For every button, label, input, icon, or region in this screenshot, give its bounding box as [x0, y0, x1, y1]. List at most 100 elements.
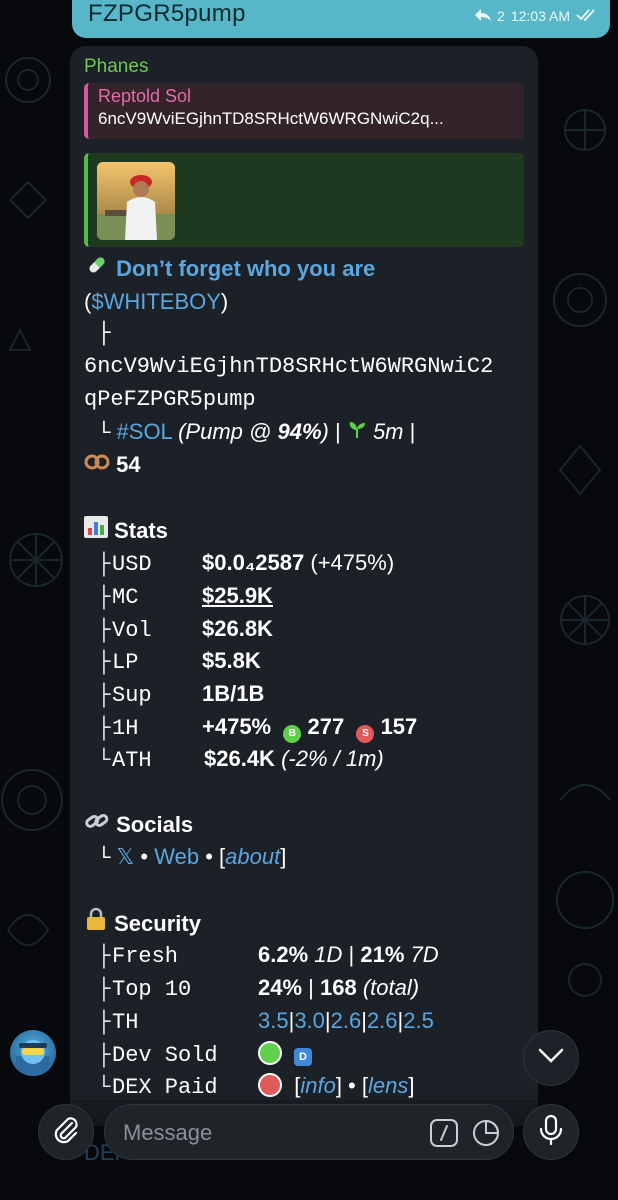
usd-label: USD [112, 552, 152, 578]
top10-label: Top 10 [112, 977, 192, 1003]
holders-count: 54 [116, 452, 141, 478]
chevron-down-icon [538, 1048, 564, 1069]
mc-value-link[interactable]: $25.9K [202, 583, 273, 608]
ticker-link[interactable]: $WHITEBOY [91, 289, 221, 314]
token-age: 5m [372, 419, 404, 445]
sup-label: Sup [112, 682, 152, 708]
attach-button[interactable] [38, 1104, 94, 1160]
sender-avatar[interactable] [10, 1030, 56, 1076]
about-link[interactable]: about [225, 844, 280, 869]
stats-heading-text: Stats [114, 517, 168, 543]
pump-percent: 94% [277, 419, 322, 445]
sec-row-th: ├TH 3.5|3.0|2.6|2.6|2.5 [84, 1005, 528, 1038]
sec-row-dev-sold: ├Dev Sold D [84, 1038, 528, 1071]
message-body: Don’t forget who you are ($WHITEBOY) ├ 6… [84, 253, 528, 1103]
usd-value: $0.0₄2587 [202, 550, 305, 576]
lens-link[interactable]: lens [368, 1073, 408, 1098]
buys-badge-icon: B [283, 724, 302, 743]
microphone-icon [539, 1114, 563, 1151]
link-chain-icon [84, 812, 110, 837]
top10-total: 168 [320, 975, 357, 1001]
voice-record-button[interactable] [523, 1104, 579, 1160]
separator: | [334, 419, 341, 445]
fresh-1d-unit: 1D [314, 942, 343, 968]
dev-badge-icon: D [294, 1047, 312, 1066]
sup-value: 1B/1B [202, 680, 265, 706]
seedling-icon [347, 419, 367, 444]
separator-2: | [409, 419, 416, 445]
fresh-1d: 6.2% [258, 942, 309, 968]
reply-author: Reptold Sol [98, 86, 192, 106]
th-link-3[interactable]: 2.6 [331, 1008, 362, 1033]
th-link-1[interactable]: 3.5 [258, 1008, 289, 1033]
stats-heading: Stats [84, 515, 528, 548]
contract-address-line-1[interactable]: 6ncV9WviEGjhnTD8SRHctW6WRGNwiC2 [84, 351, 528, 384]
stat-row-ath: └ATH $26.4K (-2% / 1m) [84, 743, 528, 776]
security-heading: Security [84, 907, 528, 940]
socials-row: └ 𝕏 • Web • [about] [84, 844, 287, 872]
socials-heading-text: Socials [116, 811, 194, 837]
bar-chart-icon [84, 515, 108, 543]
reply-quote[interactable]: Reptold Sol 6ncV9WviEGjhnTD8SRHctW6WRGNw… [84, 83, 524, 139]
ticker-line: ($WHITEBOY) [84, 288, 229, 314]
x-link[interactable]: 𝕏 [117, 844, 135, 869]
sells-count: 157 [380, 713, 418, 739]
message-placeholder: Message [123, 1120, 213, 1145]
web-link[interactable]: Web [154, 844, 199, 869]
reply-arrow-icon [475, 8, 492, 24]
token-title-link[interactable]: Don’t forget who you are [116, 256, 375, 281]
sender-name[interactable]: Phanes [84, 56, 148, 78]
ath-detail: (-2% / 1m) [281, 746, 384, 772]
sells-badge-icon: S [356, 724, 375, 743]
tree-branch: ├ [84, 321, 111, 347]
lock-icon [84, 907, 108, 936]
th-link-4[interactable]: 2.6 [367, 1008, 398, 1033]
stat-row-sup: ├Sup 1B/1B [84, 678, 528, 711]
token-image[interactable] [97, 162, 175, 240]
dot-sep-2: • [205, 844, 213, 870]
command-slash-icon[interactable] [429, 1118, 459, 1148]
lp-label: LP [112, 650, 139, 676]
pill-icon [84, 253, 110, 286]
mc-label: MC [112, 584, 139, 610]
th-link-5[interactable]: 2.5 [403, 1008, 434, 1033]
outgoing-message-text: FZPGR5pump [88, 0, 246, 27]
holders-icon [84, 452, 110, 477]
incoming-message-bubble[interactable]: Phanes Reptold Sol 6ncV9WviEGjhnTD8SRHct… [70, 46, 538, 1126]
sol-hashtag-link[interactable]: #SOL [117, 419, 172, 444]
reply-snippet: 6ncV9WviEGjhnTD8SRHctW6WRGNwiC2q... [98, 109, 444, 128]
sec-row-top10: ├Top 10 24% | 168 (total) [84, 972, 528, 1005]
chain-line: └ #SOL (Pump @ 94%) | 5m | [84, 419, 416, 447]
h1-label: 1H [112, 715, 139, 741]
pump-suffix: ) [321, 419, 329, 445]
bracket-close: ] [280, 844, 287, 870]
info-link[interactable]: info [300, 1073, 335, 1098]
read-checkmarks-icon [576, 8, 598, 24]
link-preview[interactable] [84, 153, 524, 247]
lp-value: $5.8K [202, 648, 261, 674]
message-input[interactable]: Message [104, 1104, 514, 1160]
security-heading-text: Security [114, 910, 201, 936]
th-label: TH [112, 1009, 139, 1035]
buys-count: 277 [307, 713, 345, 739]
sticker-icon[interactable] [471, 1118, 501, 1148]
green-circle-icon [258, 1040, 282, 1065]
contract-address-line-2[interactable]: qPeFZPGR5pump [84, 384, 528, 417]
stat-row-mc: ├MC $25.9K [84, 580, 528, 613]
sec-row-fresh: ├Fresh 6.2% 1D | 21% 7D [84, 939, 528, 972]
stat-row-1h: ├1H +475% B 277 S 157 [84, 711, 528, 744]
th-link-2[interactable]: 3.0 [294, 1008, 325, 1033]
fresh-7d: 21% [360, 942, 405, 968]
sec-row-dex-paid: └DEX Paid [info] • [lens] [84, 1070, 528, 1103]
scroll-down-button[interactable] [523, 1030, 579, 1086]
top10-total-label: (total) [362, 975, 420, 1001]
message-time: 12:03 AM [510, 8, 570, 24]
stat-row-vol: ├Vol $26.8K [84, 613, 528, 646]
dev-sold-label: Dev Sold [112, 1042, 218, 1068]
red-circle-icon [258, 1073, 282, 1098]
title-line: Don’t forget who you are [84, 253, 528, 286]
outgoing-message-bubble[interactable]: FZPGR5pump 2 12:03 AM [72, 0, 610, 38]
reply-count: 2 [497, 8, 505, 24]
